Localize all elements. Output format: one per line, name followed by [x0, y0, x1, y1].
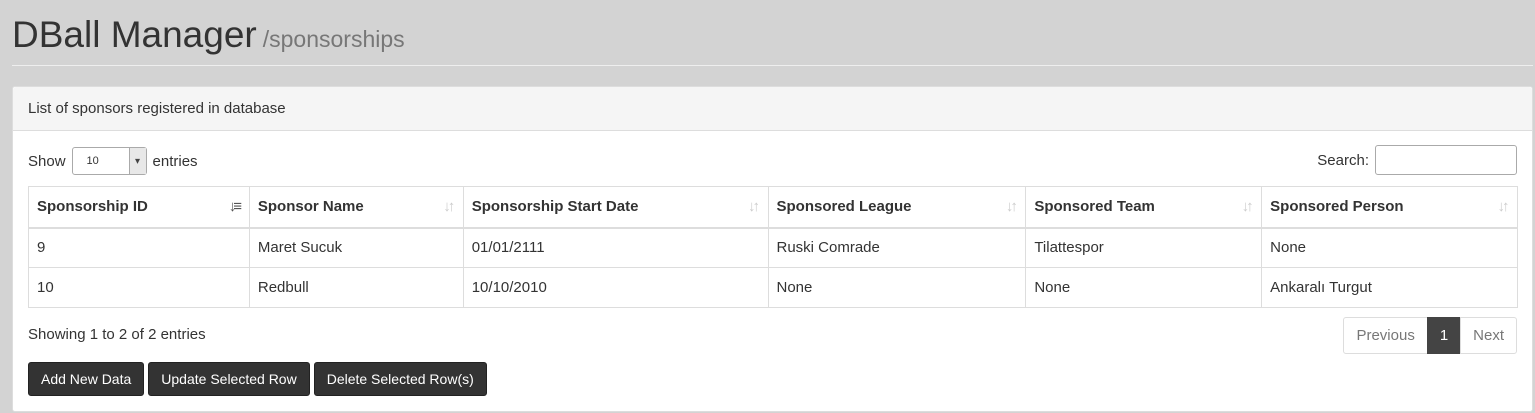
panel-heading: List of sponsors registered in database — [13, 87, 1532, 131]
table-row[interactable]: 10 Redbull 10/10/2010 None None Ankaralı… — [28, 267, 1518, 308]
cell-sponsorship-id: 9 — [28, 227, 250, 268]
sort-ascending-icon: ↓≡ — [228, 198, 242, 215]
page-subtitle: /sponsorships — [262, 26, 405, 52]
search-input[interactable] — [1375, 145, 1517, 175]
table-row[interactable]: 9 Maret Sucuk 01/01/2111 Ruski Comrade T… — [28, 227, 1518, 268]
delete-selected-rows-button[interactable]: Delete Selected Row(s) — [313, 362, 487, 396]
update-selected-row-button[interactable]: Update Selected Row — [148, 362, 310, 396]
search-label: Search: — [1317, 151, 1369, 169]
sponsorships-table: Sponsorship ID ↓≡ Sponsor Name ↓↑ Sponso… — [28, 186, 1518, 308]
cell-sponsored-person: None — [1261, 227, 1518, 268]
column-header-sponsored-team[interactable]: Sponsored Team ↓↑ — [1025, 186, 1263, 229]
show-label: Show — [28, 152, 66, 170]
chevron-down-icon: ▾ — [128, 148, 146, 174]
pagination: Previous 1 Next — [1343, 317, 1517, 354]
column-header-sponsorship-id[interactable]: Sponsorship ID ↓≡ — [28, 186, 250, 229]
sort-both-icon: ↓↑ — [1497, 198, 1510, 215]
next-page-button[interactable]: Next — [1460, 317, 1517, 354]
column-header-sponsored-league[interactable]: Sponsored League ↓↑ — [767, 186, 1027, 229]
sort-both-icon: ↓↑ — [748, 198, 760, 215]
cell-sponsored-team: None — [1025, 267, 1263, 308]
page-header: DBall Manager/sponsorships — [12, 0, 1533, 66]
page-title: DBall Manager/sponsorships — [12, 14, 405, 56]
cell-sponsored-league: Ruski Comrade — [767, 227, 1027, 268]
add-new-data-button[interactable]: Add New Data — [28, 362, 145, 396]
search-filter: Search: — [1317, 145, 1517, 175]
entries-select[interactable]: 10 ▾ — [71, 147, 147, 175]
cell-sponsor-name: Redbull — [248, 267, 464, 308]
table-info: Showing 1 to 2 of 2 entries — [28, 326, 206, 343]
entries-label: entries — [152, 152, 198, 170]
cell-sponsored-league: None — [767, 267, 1027, 308]
table-header-row: Sponsorship ID ↓≡ Sponsor Name ↓↑ Sponso… — [28, 186, 1518, 229]
column-header-start-date[interactable]: Sponsorship Start Date ↓↑ — [462, 186, 769, 229]
sort-both-icon: ↓↑ — [1005, 198, 1018, 215]
cell-start-date: 10/10/2010 — [462, 267, 769, 308]
page-button-1[interactable]: 1 — [1426, 317, 1462, 354]
length-menu: Show 10 ▾ entries — [28, 147, 198, 175]
sponsors-panel: List of sponsors registered in database … — [12, 86, 1533, 412]
sort-both-icon: ↓↑ — [1241, 198, 1254, 215]
action-buttons: Add New Data Update Selected Row Delete … — [28, 362, 487, 396]
cell-sponsored-team: Tilattespor — [1025, 227, 1263, 268]
sort-both-icon: ↓↑ — [443, 198, 455, 215]
previous-page-button[interactable]: Previous — [1343, 317, 1428, 354]
app-title: DBall Manager — [12, 14, 257, 55]
entries-select-value: 10 — [86, 155, 99, 167]
cell-sponsorship-id: 10 — [28, 267, 250, 308]
column-header-sponsored-person[interactable]: Sponsored Person ↓↑ — [1261, 186, 1518, 229]
cell-sponsor-name: Maret Sucuk — [248, 227, 464, 268]
cell-sponsored-person: Ankaralı Turgut — [1261, 267, 1518, 308]
column-header-sponsor-name[interactable]: Sponsor Name ↓↑ — [248, 186, 464, 229]
cell-start-date: 01/01/2111 — [462, 227, 769, 268]
